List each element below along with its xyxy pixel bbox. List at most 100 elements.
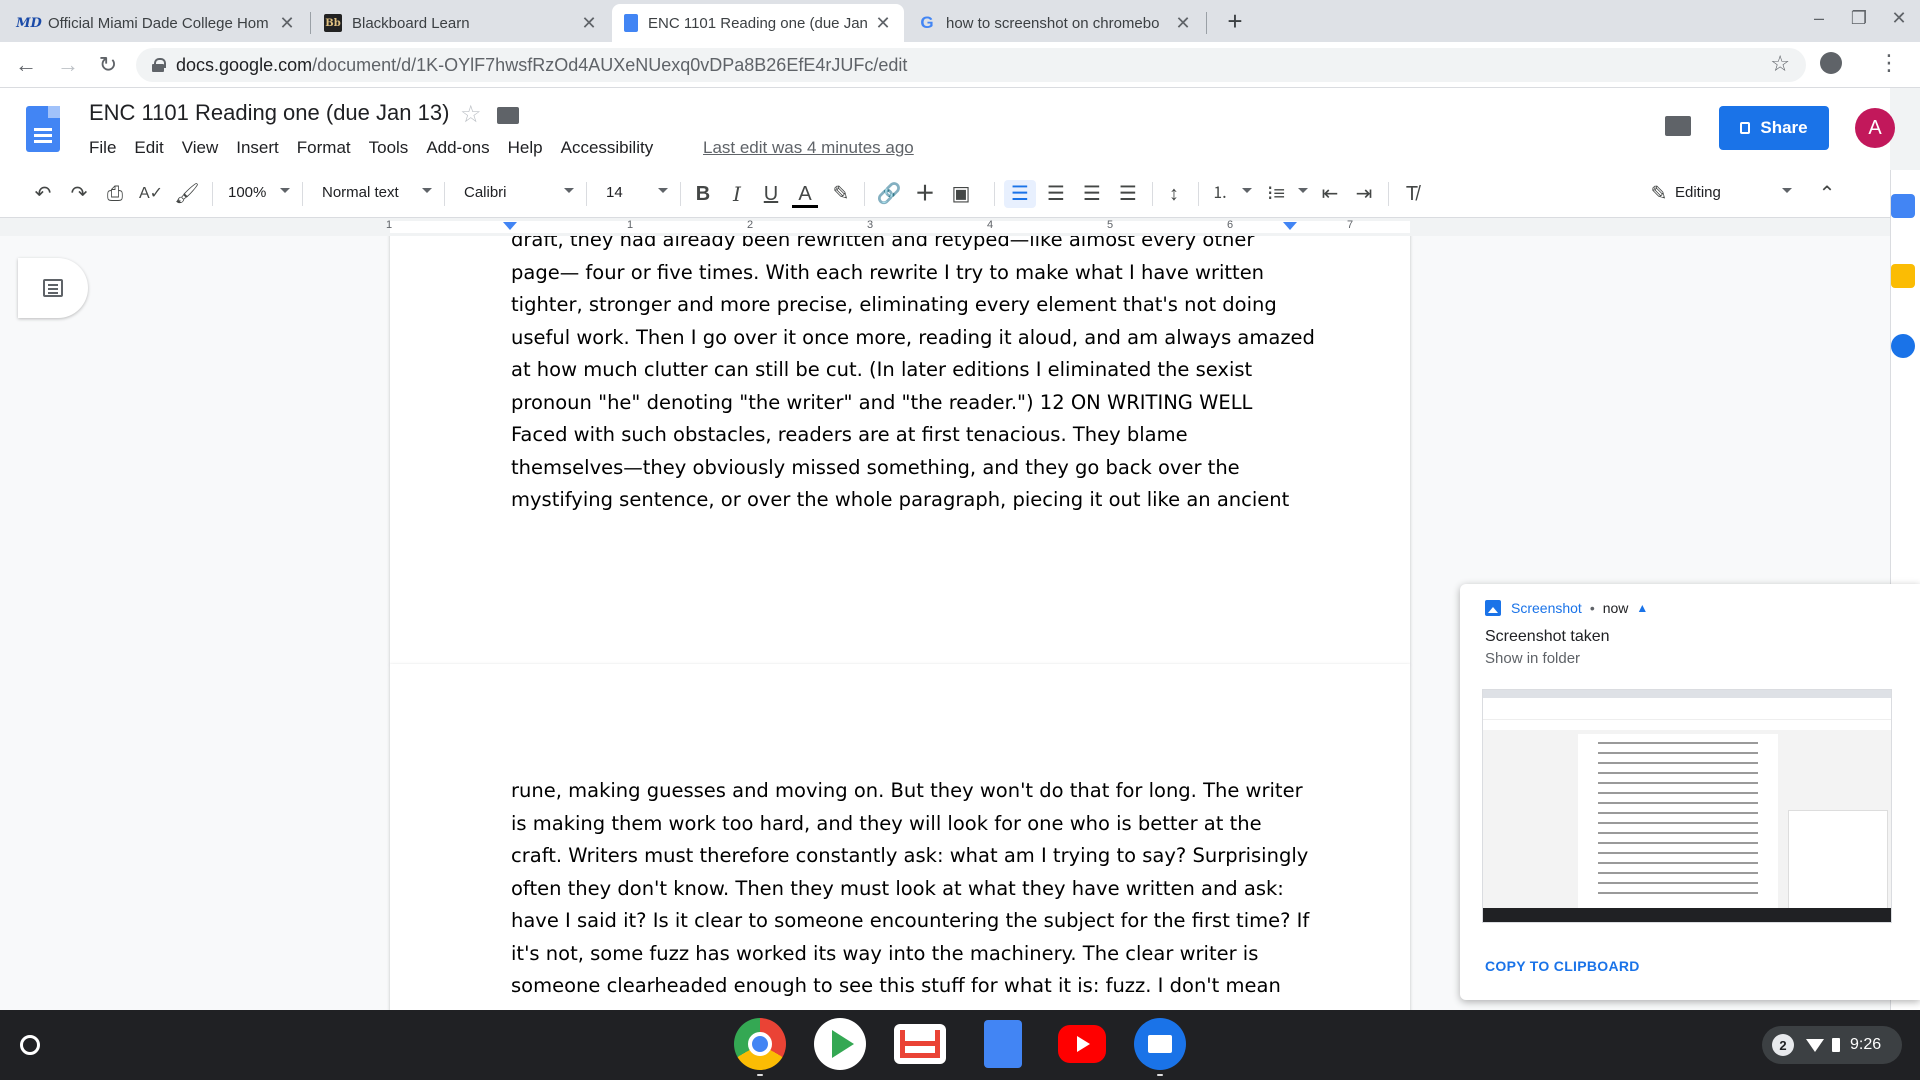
clock[interactable]: 9:26: [1850, 1036, 1881, 1054]
more-vert-icon[interactable]: ⋮: [1878, 50, 1900, 76]
status-tray[interactable]: 2 9:26: [1762, 1026, 1902, 1064]
decrease-indent-icon[interactable]: ⇤: [1316, 180, 1344, 208]
tasks-icon[interactable]: [1891, 334, 1915, 358]
files-icon[interactable]: [1134, 1018, 1186, 1070]
menu-edit[interactable]: Edit: [125, 136, 172, 160]
document-page[interactable]: draft, they had already been rewritten a…: [390, 236, 1410, 664]
document-page[interactable]: rune, making guesses and moving on. But …: [390, 664, 1410, 1010]
calendar-icon[interactable]: [1891, 194, 1915, 218]
document-title[interactable]: ENC 1101 Reading one (due Jan 13): [89, 100, 449, 126]
lock-icon[interactable]: [152, 58, 166, 72]
bold-icon[interactable]: B: [690, 180, 716, 208]
line-spacing-icon[interactable]: ↕: [1160, 180, 1188, 208]
minimize-icon[interactable]: –: [1804, 8, 1834, 29]
bulleted-list-icon[interactable]: ⁝≡: [1262, 180, 1290, 208]
chevron-down-icon[interactable]: [1242, 188, 1252, 193]
font-select[interactable]: Calibri: [464, 184, 507, 201]
menu-view[interactable]: View: [173, 136, 228, 160]
chevron-down-icon[interactable]: [280, 188, 290, 193]
reload-icon[interactable]: ↻: [94, 51, 122, 79]
align-center-icon[interactable]: ☰: [1042, 180, 1070, 208]
extension-icon[interactable]: [1820, 52, 1842, 74]
comments-icon[interactable]: [1665, 116, 1691, 136]
paint-format-icon[interactable]: 🖌: [174, 180, 200, 208]
menu-accessibility[interactable]: Accessibility: [552, 136, 663, 160]
chrome-icon[interactable]: [734, 1018, 786, 1070]
insert-image-icon[interactable]: ▣: [946, 180, 976, 208]
tab-blackboard[interactable]: Bb Blackboard Learn ✕: [312, 4, 610, 42]
right-indent-marker[interactable]: [1283, 222, 1297, 230]
screenshot-thumbnail[interactable]: [1482, 689, 1892, 923]
tab-google-search[interactable]: G how to screenshot on chromebo ✕: [906, 4, 1204, 42]
align-left-icon[interactable]: ☰: [1004, 180, 1036, 208]
editing-mode-select[interactable]: Editing: [1675, 184, 1721, 201]
document-outline-button[interactable]: [18, 258, 88, 318]
close-window-icon[interactable]: ✕: [1884, 8, 1914, 29]
chevron-up-icon[interactable]: ⌃: [1814, 180, 1840, 208]
spellcheck-icon[interactable]: A✓: [138, 180, 164, 208]
avatar[interactable]: A: [1855, 108, 1895, 148]
forward-icon[interactable]: →: [54, 51, 82, 79]
close-icon[interactable]: ✕: [1174, 13, 1192, 34]
folder-icon[interactable]: [497, 107, 519, 124]
justify-icon[interactable]: ☰: [1114, 180, 1142, 208]
gmail-icon[interactable]: [894, 1024, 946, 1064]
chevron-down-icon[interactable]: [564, 188, 574, 193]
bookmark-star-icon[interactable]: ☆: [1770, 51, 1790, 77]
zoom-select[interactable]: 100%: [228, 184, 266, 201]
page-body[interactable]: draft, they had already been rewritten a…: [511, 236, 1315, 517]
back-icon[interactable]: ←: [12, 51, 40, 79]
share-button[interactable]: Share: [1719, 106, 1829, 150]
left-indent-marker[interactable]: [503, 222, 517, 230]
highlight-icon[interactable]: ✎: [828, 180, 854, 208]
text-line: have I said it? Is it clear to someone e…: [511, 909, 1310, 932]
chevron-down-icon[interactable]: [1782, 188, 1792, 193]
increase-indent-icon[interactable]: ⇥: [1350, 180, 1378, 208]
text-line: page— four or five times. With each rewr…: [511, 260, 1265, 284]
close-icon[interactable]: ✕: [874, 13, 892, 34]
notification-count-badge[interactable]: 2: [1772, 1034, 1794, 1056]
chevron-down-icon[interactable]: [1298, 188, 1308, 193]
menu-file[interactable]: File: [80, 136, 125, 160]
tab-miami-dade[interactable]: MD Official Miami Dade College Hom ✕: [8, 4, 308, 42]
show-in-folder-link[interactable]: Show in folder: [1485, 650, 1580, 667]
chevron-down-icon[interactable]: [658, 188, 668, 193]
print-icon[interactable]: ⎙: [102, 180, 128, 208]
copy-to-clipboard-button[interactable]: COPY TO CLIPBOARD: [1485, 958, 1640, 974]
menu-help[interactable]: Help: [499, 136, 552, 160]
link-icon[interactable]: 🔗: [876, 180, 902, 208]
close-icon[interactable]: ✕: [278, 13, 296, 34]
redo-icon[interactable]: ↷: [66, 180, 92, 208]
paragraph-style-select[interactable]: Normal text: [322, 184, 399, 201]
launcher-icon[interactable]: [20, 1035, 40, 1055]
clear-formatting-icon[interactable]: T̸: [1398, 180, 1426, 208]
address-bar[interactable]: docs.google.com/document/d/1K-OYlF7hwsfR…: [136, 48, 1806, 82]
screenshot-notification[interactable]: Screenshot • now ▲ Screenshot taken Show…: [1460, 584, 1920, 1000]
new-tab-button[interactable]: +: [1220, 6, 1250, 37]
font-size-select[interactable]: 14: [606, 184, 623, 201]
google-docs-logo-icon[interactable]: [26, 106, 60, 152]
docs-icon[interactable]: [984, 1020, 1022, 1068]
menu-add-ons[interactable]: Add-ons: [417, 136, 498, 160]
chevron-down-icon[interactable]: [422, 188, 432, 193]
menu-insert[interactable]: Insert: [227, 136, 288, 160]
page-body[interactable]: rune, making guesses and moving on. But …: [511, 775, 1310, 1003]
menu-format[interactable]: Format: [288, 136, 360, 160]
close-icon[interactable]: ✕: [580, 13, 598, 34]
youtube-icon[interactable]: [1058, 1025, 1106, 1063]
keep-icon[interactable]: [1891, 264, 1915, 288]
chevron-up-icon[interactable]: ▲: [1636, 601, 1648, 615]
align-right-icon[interactable]: ☰: [1078, 180, 1106, 208]
restore-icon[interactable]: ❐: [1844, 8, 1874, 29]
italic-icon[interactable]: I: [724, 180, 750, 208]
undo-icon[interactable]: ↶: [30, 180, 56, 208]
menu-tools[interactable]: Tools: [360, 136, 418, 160]
last-edit-link[interactable]: Last edit was 4 minutes ago: [703, 138, 914, 158]
add-comment-icon[interactable]: ＋: [912, 180, 938, 208]
star-icon[interactable]: ☆: [460, 100, 482, 129]
text-color-icon[interactable]: A: [792, 180, 818, 208]
underline-icon[interactable]: U: [758, 180, 784, 208]
play-store-icon[interactable]: [814, 1018, 866, 1070]
numbered-list-icon[interactable]: ⒈: [1206, 180, 1234, 208]
tab-enc1101-doc[interactable]: ENC 1101 Reading one (due Jan ✕: [612, 4, 904, 42]
